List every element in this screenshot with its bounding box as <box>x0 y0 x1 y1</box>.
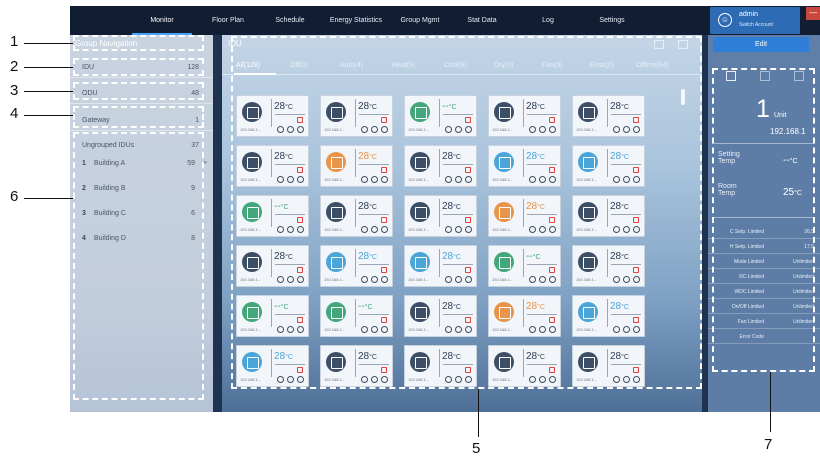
top-navigation-bar: Monitor Floor Plan Schedule Energy Stati… <box>70 6 820 35</box>
nav-stat-data[interactable]: Stat Data <box>454 6 510 35</box>
nav-log[interactable]: Log <box>520 6 576 35</box>
callout-box-6 <box>73 132 204 400</box>
callout-box-1 <box>73 35 204 51</box>
callout-line-1 <box>24 43 73 44</box>
callout-6: 6 <box>10 188 19 205</box>
callout-4: 4 <box>10 105 19 122</box>
callout-line-5 <box>478 389 479 437</box>
edit-button[interactable]: Edit <box>713 37 809 52</box>
callout-line-4 <box>24 115 73 116</box>
expand-arrow-icon[interactable]: » <box>204 160 207 166</box>
nav-energy-statistics[interactable]: Energy Statistics <box>324 6 388 35</box>
callout-box-5 <box>231 36 702 389</box>
switch-account-label: Switch Account <box>739 22 773 28</box>
callout-2: 2 <box>10 58 19 75</box>
nav-floor-plan[interactable]: Floor Plan <box>198 6 258 35</box>
callout-line-3 <box>24 91 73 92</box>
callout-box-3 <box>73 82 204 100</box>
callout-line-2 <box>24 67 73 68</box>
user-avatar-icon: ☺ <box>718 13 732 27</box>
nav-monitor[interactable]: Monitor <box>132 6 192 35</box>
callout-box-4 <box>73 106 204 128</box>
nav-schedule[interactable]: Schedule <box>262 6 318 35</box>
account-switcher[interactable]: ☺ admin Switch Account <box>710 7 800 34</box>
callout-box-7 <box>712 68 815 372</box>
nav-group-mgmt[interactable]: Group Mgmt <box>392 6 448 35</box>
nav-settings[interactable]: Settings <box>584 6 640 35</box>
callout-3: 3 <box>10 82 19 99</box>
callout-line-7 <box>770 372 771 432</box>
minimize-button[interactable]: — <box>806 7 820 20</box>
user-name: admin <box>739 11 759 18</box>
callout-line-6 <box>24 198 73 199</box>
callout-5: 5 <box>472 440 481 457</box>
callout-7: 7 <box>764 436 773 453</box>
callout-box-2 <box>73 58 204 76</box>
callout-1: 1 <box>10 33 19 50</box>
